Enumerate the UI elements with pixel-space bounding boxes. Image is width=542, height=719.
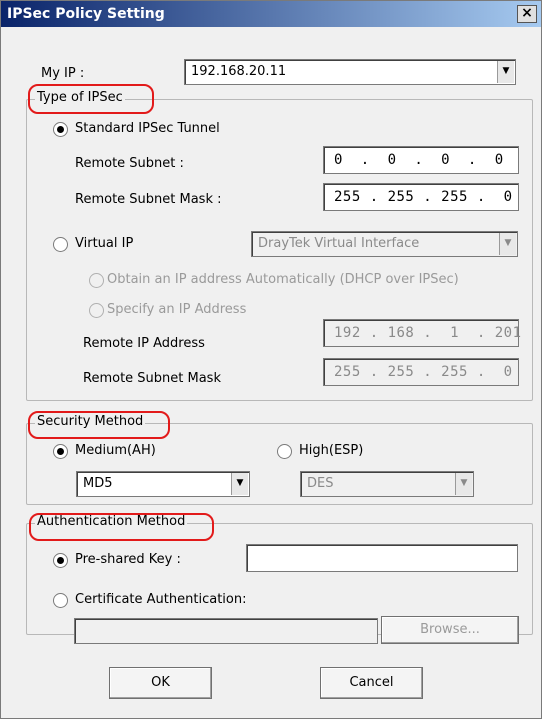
remote-subnet-label: Remote Subnet : <box>75 156 184 171</box>
remote-subnet-mask-value: 255 . 255 . 255 . 0 <box>334 189 513 205</box>
virtual-interface-value: DrayTek Virtual Interface <box>258 236 420 251</box>
remote-subnet-mask-2-label: Remote Subnet Mask <box>83 371 221 386</box>
title-bar: IPSec Policy Setting × <box>1 1 541 27</box>
my-ip-value: 192.168.20.11 <box>191 64 287 79</box>
remote-subnet-field[interactable]: 0 . 0 . 0 . 0 <box>323 146 519 174</box>
virtual-ip-label: Virtual IP <box>75 236 134 251</box>
remote-ip-address-value: 192 . 168 . 1 . 201 <box>334 325 522 341</box>
standard-ipsec-label: Standard IPSec Tunnel <box>75 121 220 136</box>
preshared-key-label: Pre-shared Key : <box>75 552 181 567</box>
preshared-key-field[interactable] <box>246 544 518 572</box>
remote-subnet-mask-field[interactable]: 255 . 255 . 255 . 0 <box>323 183 519 211</box>
remote-subnet-mask-label: Remote Subnet Mask : <box>75 192 222 207</box>
medium-ah-label: Medium(AH) <box>75 443 156 458</box>
remote-subnet-mask-2-field[interactable]: 255 . 255 . 255 . 0 <box>323 358 519 386</box>
highlight-oval-type <box>28 84 154 114</box>
close-icon[interactable]: × <box>517 5 537 23</box>
chevron-down-icon[interactable]: ▼ <box>499 233 516 255</box>
specify-ip-radio[interactable] <box>89 303 104 318</box>
obtain-auto-label: Obtain an IP address Automatically (DHCP… <box>107 272 459 287</box>
specify-ip-label: Specify an IP Address <box>107 302 247 317</box>
medium-ah-select[interactable]: MD5 ▼ <box>76 471 250 497</box>
high-esp-select[interactable]: DES ▼ <box>300 471 474 497</box>
remote-ip-address-field[interactable]: 192 . 168 . 1 . 201 <box>323 319 522 347</box>
medium-ah-radio[interactable] <box>53 444 68 459</box>
certificate-auth-radio[interactable] <box>53 593 68 608</box>
obtain-auto-radio[interactable] <box>89 273 104 288</box>
highlight-oval-auth <box>29 513 214 541</box>
chevron-down-icon[interactable]: ▼ <box>497 61 514 83</box>
standard-ipsec-radio[interactable] <box>53 122 68 137</box>
certificate-path-field[interactable] <box>74 618 378 644</box>
medium-ah-value: MD5 <box>83 476 113 491</box>
browse-button[interactable]: Browse... <box>381 616 519 644</box>
high-esp-value: DES <box>307 476 334 491</box>
preshared-key-radio[interactable] <box>53 553 68 568</box>
remote-subnet-mask-2-value: 255 . 255 . 255 . 0 <box>334 364 513 380</box>
window-title: IPSec Policy Setting <box>7 6 165 22</box>
ok-button[interactable]: OK <box>109 667 212 699</box>
virtual-ip-radio[interactable] <box>53 237 68 252</box>
cancel-button[interactable]: Cancel <box>320 667 423 699</box>
chevron-down-icon[interactable]: ▼ <box>455 473 472 495</box>
high-esp-label: High(ESP) <box>299 443 364 458</box>
certificate-auth-label: Certificate Authentication: <box>75 592 247 607</box>
chevron-down-icon[interactable]: ▼ <box>231 473 248 495</box>
virtual-interface-select[interactable]: DrayTek Virtual Interface ▼ <box>251 231 518 257</box>
high-esp-radio[interactable] <box>277 444 292 459</box>
my-ip-select[interactable]: 192.168.20.11 ▼ <box>184 59 516 85</box>
my-ip-label: My IP : <box>41 66 85 81</box>
ipsec-policy-dialog: IPSec Policy Setting × My IP : 192.168.2… <box>0 0 542 719</box>
remote-subnet-value: 0 . 0 . 0 . 0 <box>334 152 504 168</box>
highlight-oval-security <box>28 411 170 439</box>
remote-ip-address-label: Remote IP Address <box>83 336 205 351</box>
